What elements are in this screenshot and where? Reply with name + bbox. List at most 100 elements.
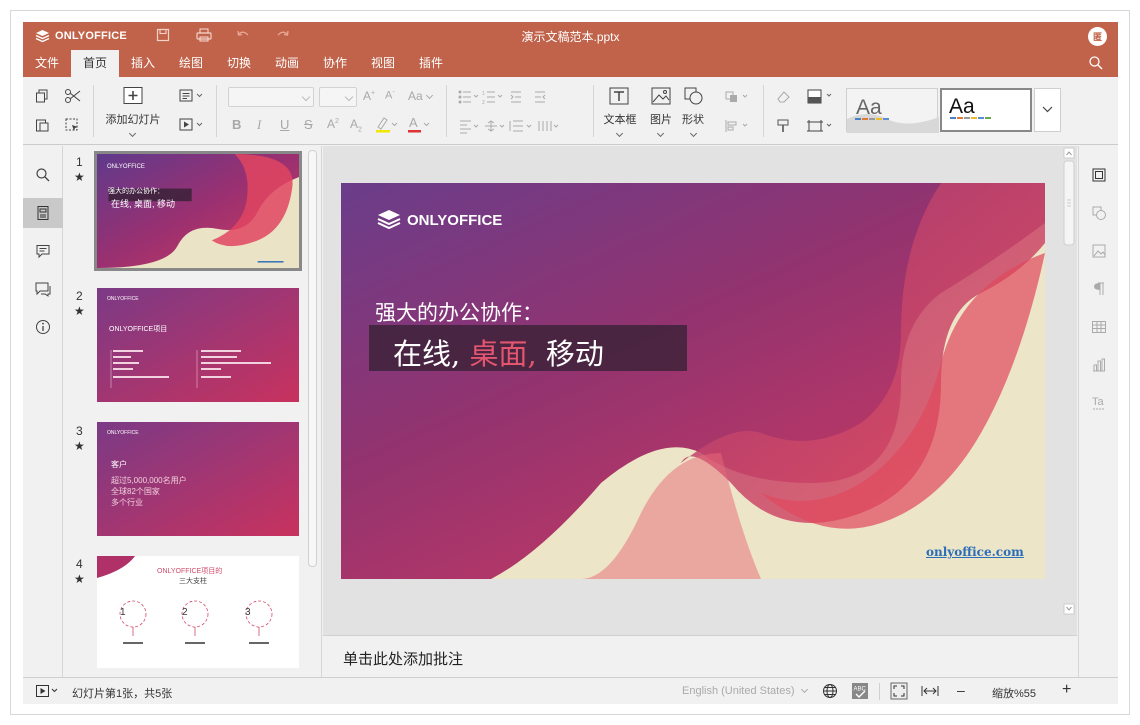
copy-icon[interactable]: [34, 88, 50, 104]
ribbon-tabs: 文件 首页 插入 绘图 切换 动画 协作 视图 插件: [23, 50, 1118, 77]
subscript-icon[interactable]: A2: [350, 117, 362, 133]
paste-icon[interactable]: [34, 117, 50, 133]
increase-font-icon[interactable]: A+: [363, 89, 375, 103]
decrease-font-icon[interactable]: A-: [385, 89, 395, 102]
slide-settings-icon[interactable]: [1079, 163, 1118, 187]
slide-thumbnail-3[interactable]: ONLYOFFICE 客户 超过5,000,000名用户 全球82个国家 多个行…: [97, 422, 299, 536]
add-slide-dropdown[interactable]: [128, 127, 137, 139]
align-shapes-icon[interactable]: [723, 118, 751, 134]
shape-button[interactable]: 形状: [675, 111, 711, 127]
shape-icon[interactable]: [683, 86, 705, 106]
slide-subtitle[interactable]: 在线, 桌面, 移动: [393, 331, 604, 373]
table-settings-icon[interactable]: [1079, 315, 1118, 339]
thumb-brand: ONLYOFFICE: [107, 164, 145, 170]
change-case-icon[interactable]: Aa: [408, 89, 433, 103]
tab-transitions[interactable]: 切换: [219, 50, 259, 77]
slide-thumbnail-4[interactable]: ONLYOFFICE项目的 三大支柱 1 2 3: [97, 556, 299, 668]
zoom-in-button[interactable]: +: [1062, 681, 1071, 699]
thumb1-subtitle: 在线, 桌面, 移动: [111, 199, 176, 209]
fill-color-icon[interactable]: [806, 88, 836, 104]
themes-more-button[interactable]: [1034, 88, 1061, 132]
font-name-field[interactable]: [228, 87, 314, 107]
thumb-star-icon: ★: [74, 304, 85, 318]
add-slide-icon[interactable]: [122, 86, 144, 106]
image-dropdown[interactable]: [656, 127, 665, 139]
cut-icon[interactable]: [64, 88, 82, 104]
select-all-icon[interactable]: [64, 117, 80, 133]
bullets-icon[interactable]: 12: [457, 89, 549, 105]
separator: [879, 683, 880, 700]
slide-vertical-scrollbar[interactable]: [1061, 146, 1076, 619]
zoom-level: 缩放%55: [992, 688, 1037, 700]
shape-settings-icon[interactable]: [1079, 201, 1118, 225]
about-icon[interactable]: [23, 312, 63, 342]
image-settings-icon[interactable]: [1079, 239, 1118, 263]
slides-panel-icon[interactable]: [23, 198, 63, 228]
theme-office-sample: Aa: [856, 96, 882, 119]
text-box-button[interactable]: 文本框: [598, 111, 642, 127]
language-selector[interactable]: English (United States): [682, 685, 808, 697]
superscript-icon[interactable]: A2: [327, 117, 339, 131]
slide-layout-icon[interactable]: [178, 88, 204, 104]
thumbnails-scrollbar[interactable]: [308, 150, 317, 567]
language-label: English (United States): [682, 685, 795, 697]
notes-panel[interactable]: 单击此处添加批注: [323, 635, 1077, 677]
italic-icon[interactable]: I: [257, 117, 261, 133]
thumb-star-icon: ★: [74, 572, 85, 586]
highlight-color-icon[interactable]: [374, 115, 398, 133]
align-icons[interactable]: [457, 118, 581, 134]
user-avatar[interactable]: 匿: [1088, 27, 1107, 46]
copy-style-icon[interactable]: [775, 118, 791, 134]
fit-slide-icon[interactable]: [890, 682, 908, 703]
strikethrough-icon[interactable]: S: [304, 117, 313, 132]
text-art-settings-icon[interactable]: Ta: [1079, 391, 1118, 415]
slideshow-icon[interactable]: [35, 684, 61, 701]
comments-icon[interactable]: [23, 236, 63, 266]
text-box-dropdown[interactable]: [615, 127, 624, 139]
chart-settings-icon[interactable]: [1079, 353, 1118, 377]
thumb4-pillar-number: 1: [120, 607, 126, 618]
paragraph-settings-icon[interactable]: [1079, 277, 1118, 301]
theme-basic[interactable]: Aa: [940, 88, 1032, 132]
image-icon[interactable]: [650, 86, 672, 106]
thumb3-title: 客户: [111, 460, 127, 469]
add-slide-button[interactable]: 添加幻灯片: [103, 111, 163, 127]
spellcheck-icon[interactable]: ABC: [851, 682, 869, 703]
slide-title[interactable]: 强大的办公协作：: [375, 297, 543, 327]
slide-canvas-area: ONLYOFFICE 强大的办公协作： 在线, 桌面, 移动 onlyoffic…: [323, 146, 1077, 635]
font-size-field[interactable]: [319, 87, 357, 107]
slide-counter: 幻灯片第1张，共5张: [72, 688, 173, 700]
shape-dropdown[interactable]: [689, 127, 698, 139]
slide-size-icon[interactable]: [806, 118, 836, 134]
search-icon[interactable]: [23, 160, 63, 190]
tab-draw[interactable]: 绘图: [171, 50, 211, 77]
tab-home[interactable]: 首页: [71, 50, 119, 77]
underline-icon[interactable]: U: [280, 117, 289, 132]
bold-icon[interactable]: B: [232, 117, 241, 132]
font-color-icon[interactable]: A: [406, 115, 430, 133]
current-slide[interactable]: ONLYOFFICE 强大的办公协作： 在线, 桌面, 移动 onlyoffic…: [341, 183, 1045, 579]
separator: [763, 85, 764, 137]
zoom-out-button[interactable]: –: [957, 682, 965, 698]
start-slideshow-icon[interactable]: [178, 117, 204, 133]
clear-style-icon[interactable]: [775, 89, 791, 105]
arrange-icon[interactable]: [723, 89, 751, 105]
slide-thumbnails-panel: 1 ★ ONLYOFFICE 强大的办公协作： 在线, 桌面, 移动 2 ★ O…: [64, 146, 322, 677]
tab-collaboration[interactable]: 协作: [315, 50, 355, 77]
chat-icon[interactable]: [23, 274, 63, 304]
fit-width-icon[interactable]: [921, 684, 939, 701]
tab-view[interactable]: 视图: [363, 50, 403, 77]
tab-animation[interactable]: 动画: [267, 50, 307, 77]
image-button[interactable]: 图片: [643, 111, 679, 127]
slide-thumbnail-2[interactable]: ONLYOFFICE ONLYOFFICE项目: [97, 288, 299, 402]
separator: [446, 85, 447, 137]
text-box-icon[interactable]: [608, 86, 630, 106]
tab-file[interactable]: 文件: [27, 50, 67, 77]
slide-link[interactable]: onlyoffice.com: [926, 545, 1024, 559]
tab-plugins[interactable]: 插件: [411, 50, 451, 77]
language-globe-icon[interactable]: [822, 683, 838, 702]
search-icon[interactable]: [1088, 55, 1104, 71]
theme-office[interactable]: Aa: [846, 88, 939, 133]
tab-insert[interactable]: 插入: [123, 50, 163, 77]
slide-thumbnail-1[interactable]: ONLYOFFICE 强大的办公协作： 在线, 桌面, 移动: [94, 151, 302, 271]
